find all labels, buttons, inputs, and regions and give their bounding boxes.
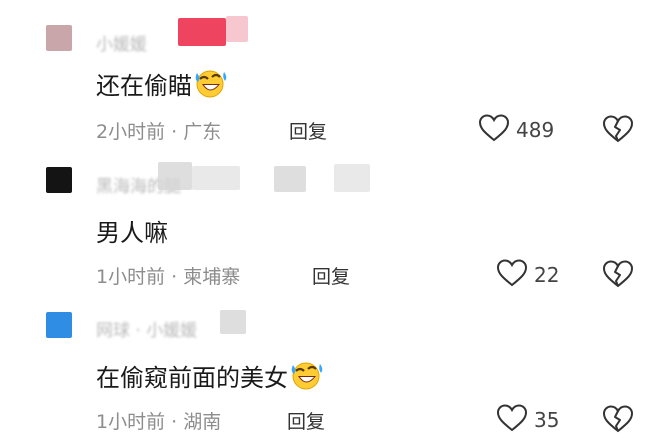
separator-dot: · [171,266,178,288]
comment-time: 1小时前 [96,266,166,288]
reply-button[interactable]: 回复 [287,407,325,434]
comment-location: 湖南 [183,411,222,433]
separator-dot: · [171,411,178,433]
username[interactable]: 小媛媛 [96,30,147,55]
comment-text: 还在偷瞄 [96,66,228,105]
separator-dot: · [171,121,178,143]
mosaic-censor [334,164,370,192]
comment-text: 男人嘛 [96,219,168,247]
comment-location: 柬埔寨 [183,266,241,288]
dislike-button[interactable] [602,259,634,293]
reply-button[interactable]: 回复 [312,262,350,289]
rofl-emoji-icon [290,359,324,397]
mosaic-censor [220,310,246,334]
like-count: 489 [516,118,555,142]
heart-outline-icon [496,403,528,437]
heart-outline-icon [478,113,510,147]
heart-outline-icon [496,258,528,292]
like-button[interactable]: 22 [496,258,559,292]
mosaic-censor [158,162,192,190]
meta: 2小时前 · 广东 [96,117,221,144]
meta: 1小时前 · 柬埔寨 [96,262,240,289]
comment-text: 在偷窥前面的美女 [96,358,324,397]
avatar[interactable] [46,312,72,338]
mosaic-censor [178,18,226,46]
rofl-emoji-icon [194,67,228,105]
meta: 1小时前 · 湖南 [96,407,221,434]
mosaic-censor [274,166,306,192]
like-button[interactable]: 489 [478,113,554,147]
reply-button[interactable]: 回复 [289,117,327,144]
dislike-button[interactable] [602,114,634,148]
mosaic-censor [226,16,248,42]
like-button[interactable]: 35 [496,403,559,437]
dislike-button[interactable] [602,404,634,438]
username[interactable]: 网球 · 小媛媛 [96,316,197,341]
avatar[interactable] [46,167,72,193]
avatar[interactable] [46,25,72,51]
broken-heart-icon [602,260,634,293]
comment-time: 2小时前 [96,121,166,143]
mosaic-censor [192,166,240,190]
comment-location: 广东 [183,121,222,143]
broken-heart-icon [602,115,634,148]
like-count: 35 [534,408,560,432]
comment-time: 1小时前 [96,411,166,433]
like-count: 22 [534,263,560,287]
broken-heart-icon [602,405,634,438]
